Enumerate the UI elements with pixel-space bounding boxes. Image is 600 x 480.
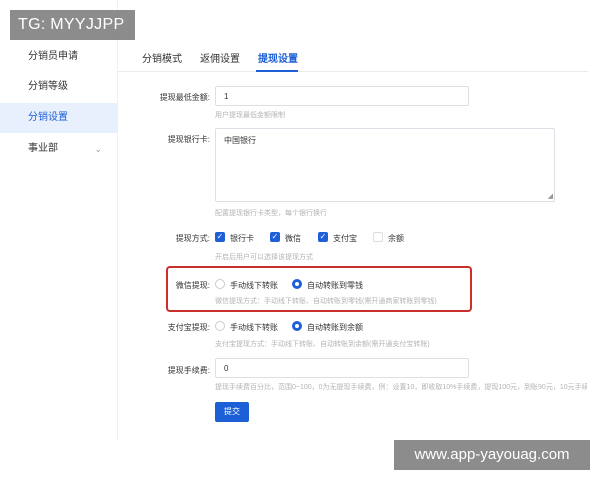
radio-wechat-manual[interactable] [215, 279, 225, 289]
checkbox-alipay[interactable]: ✓ [318, 232, 328, 242]
tab-withdrawal-settings[interactable]: 提现设置 [258, 50, 298, 65]
watermark-bottom: www.app-yayouag.com [394, 440, 590, 470]
methods-label: 提现方式: [175, 234, 210, 243]
methods-hint: 开启后用户可以选择该提现方式 [215, 254, 313, 261]
checkbox-bank-card-label: 银行卡 [230, 234, 254, 243]
checkbox-bank-card[interactable]: ✓ [215, 232, 225, 242]
checkbox-wechat-label: 微信 [285, 234, 301, 243]
sidebar-item-label: 分销设置 [28, 112, 68, 123]
resize-handle-icon[interactable]: ◢ [548, 192, 553, 200]
radio-alipay-auto[interactable] [292, 321, 302, 331]
checkbox-balance[interactable] [373, 232, 383, 242]
chevron-down-icon: ⌄ [94, 144, 102, 154]
tab-commission-settings[interactable]: 返佣设置 [200, 50, 240, 65]
fee-input[interactable]: 0 [215, 358, 469, 378]
fee-hint: 提现手续费百分比，范围0~100，0为无提现手续费，例：设置10，即收取10%手… [215, 384, 587, 391]
sidebar-item-label: 分销等级 [28, 81, 68, 92]
radio-alipay-auto-label: 自动转账到余额 [307, 323, 363, 332]
checkbox-wechat[interactable]: ✓ [270, 232, 280, 242]
submit-button[interactable]: 提交 [215, 402, 249, 422]
checkbox-alipay-label: 支付宝 [333, 234, 357, 243]
sidebar: 分销员申请 分销等级 分销设置 事业部 ⌄ [0, 0, 118, 440]
wechat-label: 微信提现: [175, 281, 210, 290]
bank-cards-label: 提现银行卡: [167, 135, 210, 144]
radio-wechat-auto[interactable] [292, 279, 302, 289]
alipay-hint: 支付宝提现方式：手动线下转账、自动转账到余额(需开通支付宝转账) [215, 341, 430, 348]
alipay-label: 支付宝提现: [167, 323, 210, 332]
bank-cards-textarea[interactable]: 中国银行 ◢ [215, 128, 555, 202]
sidebar-item-distributor-apply[interactable]: 分销员申请 [0, 42, 118, 72]
sidebar-item-label: 分销员申请 [28, 51, 78, 62]
sidebar-item-label: 事业部 [28, 143, 58, 154]
radio-wechat-manual-label: 手动线下转账 [230, 281, 278, 290]
min-amount-hint: 用户提现最低金额限制 [215, 112, 285, 119]
fee-label: 提现手续费: [167, 366, 210, 375]
sidebar-item-distribution-level[interactable]: 分销等级 [0, 72, 118, 102]
radio-alipay-manual-label: 手动线下转账 [230, 323, 278, 332]
wechat-hint: 微信提现方式：手动线下转账、自动转账到零钱(需开通商家转账到零钱) [215, 298, 437, 305]
watermark-top: TG: MYYJJPP [10, 10, 135, 40]
radio-alipay-manual[interactable] [215, 321, 225, 331]
sidebar-item-distribution-settings[interactable]: 分销设置 [0, 103, 118, 133]
radio-wechat-auto-label: 自动转账到零钱 [307, 281, 363, 290]
fee-value: 0 [224, 364, 229, 373]
min-amount-value: 1 [224, 92, 229, 101]
sidebar-item-division[interactable]: 事业部 ⌄ [0, 134, 118, 164]
tab-bar: 分销模式 返佣设置 提现设置 [118, 38, 588, 72]
tab-distribution-mode[interactable]: 分销模式 [142, 50, 182, 65]
min-amount-input[interactable]: 1 [215, 86, 469, 106]
bank-cards-hint: 配置提现银行卡类型，每个银行换行 [215, 210, 327, 217]
min-amount-label: 提现最低金额: [159, 93, 210, 102]
checkbox-balance-label: 余额 [388, 234, 404, 243]
active-tab-indicator [256, 70, 298, 72]
bank-cards-value: 中国银行 [224, 136, 256, 145]
